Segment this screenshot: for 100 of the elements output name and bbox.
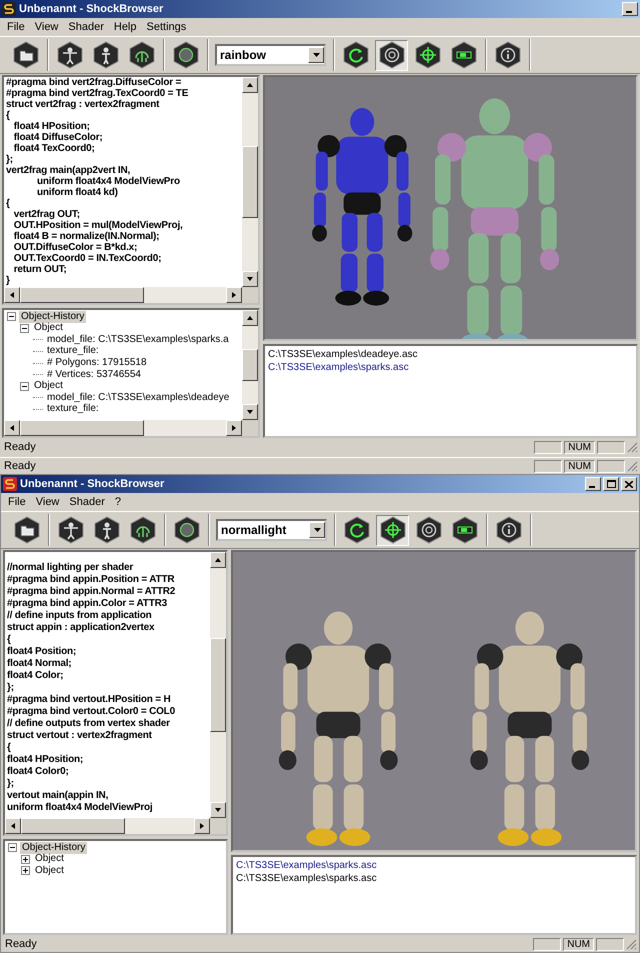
- menu-item[interactable]: Help: [108, 21, 142, 33]
- tree-item[interactable]: Object: [32, 322, 65, 335]
- menu-item[interactable]: View: [30, 496, 64, 508]
- scroll-bar[interactable]: [4, 420, 242, 436]
- expand-icon[interactable]: [21, 866, 30, 876]
- figure-icon: [92, 516, 120, 544]
- code-line: float4 TexCoord0;: [12, 143, 96, 154]
- scroll-down-button[interactable]: [242, 271, 258, 287]
- tree-item[interactable]: texture_file:: [45, 345, 101, 358]
- code-line: #pragma bind vert2frag.TexCoord0 = TE: [6, 88, 190, 99]
- render-viewport[interactable]: [263, 75, 638, 341]
- close-button[interactable]: [621, 477, 637, 491]
- scroll-thumb[interactable]: [242, 146, 258, 218]
- code-line: #pragma bind vert2frag.DiffuseColor =: [6, 77, 182, 88]
- scroll-down-button[interactable]: [210, 802, 226, 818]
- shader-dropdown[interactable]: normallight: [216, 519, 327, 541]
- shader-dropdown[interactable]: rainbow: [215, 44, 326, 66]
- scroll-bar[interactable]: [242, 310, 258, 420]
- menu-item[interactable]: File: [2, 21, 30, 33]
- menu-item[interactable]: Shader: [64, 496, 110, 508]
- tree-item[interactable]: Object: [32, 380, 65, 393]
- scroll-right-button[interactable]: [194, 818, 210, 834]
- tree-item[interactable]: Object-History: [19, 310, 86, 323]
- up-arrow-icon: [215, 558, 221, 562]
- menu-item[interactable]: View: [30, 21, 64, 33]
- code-line: #pragma bind appin.Normal = ATTR2: [7, 586, 176, 598]
- tree-item[interactable]: # Vertices: 53746554: [45, 368, 143, 381]
- right-arrow-icon: [200, 823, 204, 829]
- tree-item[interactable]: model_file: C:\TS3SE\examples\sparks.a: [45, 334, 231, 346]
- window-title: Unbenannt - ShockBrowser: [19, 3, 164, 15]
- toolbar-button[interactable]: [375, 40, 408, 70]
- scroll-thumb[interactable]: [20, 287, 144, 303]
- log-entry[interactable]: C:\TS3SE\examples\deadeye.asc: [268, 348, 633, 361]
- scroll-right-button[interactable]: [226, 287, 242, 303]
- scroll-up-button[interactable]: [242, 310, 258, 326]
- resize-grip-icon: [627, 442, 638, 452]
- tree-item[interactable]: Object-History: [20, 842, 88, 854]
- log-entry[interactable]: C:\TS3SE\examples\sparks.asc: [236, 872, 632, 885]
- folder-icon: [12, 41, 40, 69]
- scroll-up-button[interactable]: [210, 552, 226, 568]
- scroll-down-button[interactable]: [242, 404, 258, 420]
- down-arrow-icon: [215, 808, 221, 812]
- menu-item[interactable]: Settings: [142, 21, 192, 33]
- tree-item[interactable]: Object: [33, 853, 66, 866]
- tree-item[interactable]: model_file: C:\TS3SE\examples\deadeye: [45, 392, 232, 404]
- scroll-thumb[interactable]: [21, 818, 125, 834]
- scrollbar-corner: [242, 420, 258, 436]
- figure-icon: [56, 516, 84, 544]
- scroll-bar[interactable]: [242, 77, 258, 287]
- num-indicator: NUM: [564, 440, 595, 454]
- log-entry[interactable]: C:\TS3SE\examples\sparks.asc: [236, 859, 632, 872]
- status-panel: [534, 440, 562, 454]
- code-line: struct vert2frag : vertex2fragment: [6, 99, 160, 110]
- slider-icon: [450, 516, 478, 544]
- up-arrow-icon: [247, 83, 253, 87]
- scroll-bar[interactable]: [5, 818, 210, 834]
- scroll-thumb[interactable]: [210, 638, 226, 732]
- log-entry[interactable]: C:\TS3SE\examples\sparks.asc: [268, 361, 633, 374]
- code-line: {: [7, 634, 12, 646]
- code-line: vert2frag OUT;: [12, 209, 81, 220]
- render-viewport[interactable]: [231, 550, 637, 852]
- collapse-icon[interactable]: [20, 382, 29, 391]
- code-line: };: [6, 154, 14, 165]
- status-panel: [597, 440, 625, 454]
- helmet-icon: [128, 41, 156, 69]
- ring-icon: [378, 41, 406, 69]
- code-line: // define outputs from vertex shader: [7, 718, 171, 730]
- expand-icon[interactable]: [21, 854, 30, 864]
- toolbar-button[interactable]: [376, 514, 409, 546]
- scroll-up-button[interactable]: [242, 77, 258, 93]
- menu-item[interactable]: Shader: [63, 21, 109, 33]
- scroll-left-button[interactable]: [5, 818, 21, 834]
- scroll-right-button[interactable]: [226, 420, 242, 436]
- tree-item[interactable]: texture_file:: [45, 403, 101, 416]
- status-panel: [534, 460, 562, 472]
- code-editor[interactable]: [3, 550, 228, 836]
- scroll-left-button[interactable]: [4, 420, 20, 436]
- collapse-icon[interactable]: [7, 312, 16, 322]
- code-line: }: [6, 275, 11, 286]
- down-arrow-icon: [247, 410, 253, 414]
- scroll-thumb[interactable]: [20, 420, 144, 436]
- collapse-icon[interactable]: [8, 843, 17, 852]
- minimize-button[interactable]: [622, 2, 638, 16]
- menu-item[interactable]: ?: [110, 496, 126, 508]
- collapse-icon[interactable]: [20, 324, 29, 333]
- scroll-bar[interactable]: [210, 552, 226, 818]
- code-editor[interactable]: [2, 75, 260, 305]
- code-line: struct appin : application2vertex: [7, 622, 156, 634]
- tree-item[interactable]: Object: [33, 864, 66, 878]
- code-line: float4 Normal;: [7, 658, 72, 670]
- scrollbar-corner: [210, 818, 226, 834]
- left-arrow-icon: [10, 292, 14, 298]
- scroll-bar[interactable]: [4, 287, 242, 303]
- maximize-button[interactable]: [603, 477, 619, 491]
- tree-item[interactable]: # Polygons: 17915518: [45, 356, 149, 370]
- window-title: Unbenannt - ShockBrowser: [20, 478, 166, 490]
- scroll-thumb[interactable]: [242, 349, 258, 381]
- menu-item[interactable]: File: [3, 496, 31, 508]
- minimize-button[interactable]: [585, 477, 601, 491]
- scroll-left-button[interactable]: [4, 287, 20, 303]
